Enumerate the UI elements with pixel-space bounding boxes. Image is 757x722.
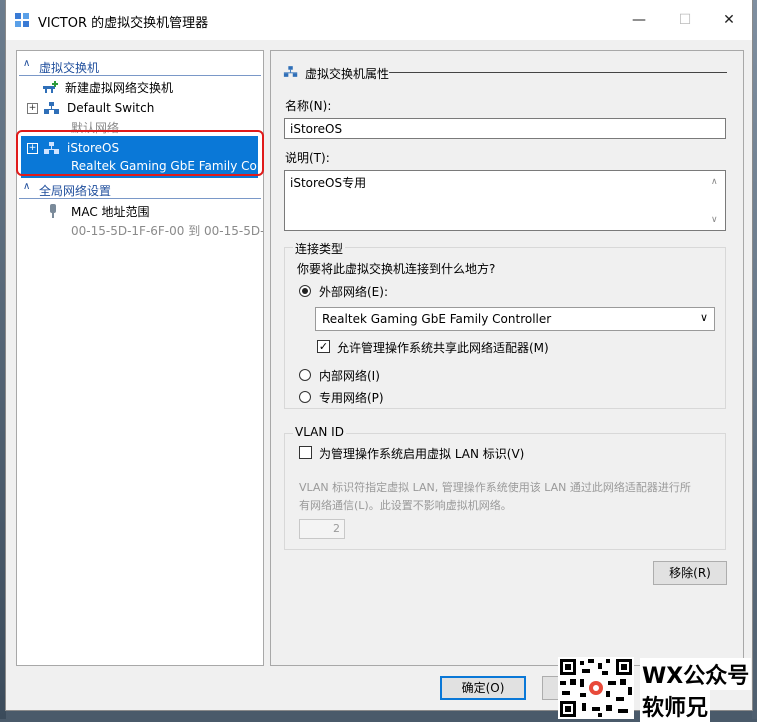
default-switch-item[interactable]: Default Switch — [67, 101, 154, 115]
ok-button[interactable]: 确定(O) — [440, 676, 526, 700]
chevron-down-icon: ∨ — [699, 311, 708, 324]
switch-manager-window: VICTOR 的虚拟交换机管理器 — ☐ ✕ ∧ 虚拟交换机 新建虚拟网络交换机… — [6, 0, 752, 710]
remove-button[interactable]: 移除(R) — [653, 561, 727, 585]
watermark-line2: 软师兄 — [640, 690, 711, 722]
watermark-line1: WX公众号 — [640, 658, 752, 690]
close-button[interactable]: ✕ — [706, 0, 752, 40]
vlan-enable-label[interactable]: 为管理操作系统启用虚拟 LAN 标识(V) — [319, 445, 524, 462]
internal-network-label[interactable]: 内部网络(I) — [319, 367, 380, 384]
internal-network-radio[interactable] — [299, 369, 311, 381]
default-switch-expander[interactable]: + — [27, 103, 38, 114]
vlan-id-input[interactable]: 2 — [299, 519, 345, 539]
window-title: VICTOR 的虚拟交换机管理器 — [38, 16, 209, 31]
name-label: 名称(N): — [285, 99, 332, 113]
connection-question: 你要将此虚拟交换机连接到什么地方? — [297, 262, 496, 276]
mac-range-icon — [50, 204, 56, 218]
scroll-down-icon[interactable]: ∨ — [711, 215, 718, 225]
allow-share-label[interactable]: 允许管理操作系统共享此网络适配器(M) — [337, 339, 549, 356]
virtual-switch-manager-icon — [15, 13, 29, 27]
collapse-chevron-icon[interactable]: ∧ — [23, 181, 30, 192]
scroll-up-icon[interactable]: ∧ — [711, 177, 718, 187]
section-global-network[interactable]: ∧ 全局网络设置 — [19, 180, 261, 199]
properties-header: 虚拟交换机属性 — [305, 67, 390, 81]
external-network-radio[interactable] — [299, 285, 311, 297]
name-input[interactable]: iStoreOS — [284, 118, 726, 139]
private-network-radio[interactable] — [299, 391, 311, 403]
switch-properties-panel: 虚拟交换机属性 名称(N): iStoreOS 说明(T): iStoreOS专… — [270, 50, 744, 666]
title-bar[interactable]: VICTOR 的虚拟交换机管理器 — ☐ ✕ — [6, 0, 752, 40]
network-switch-icon — [283, 66, 298, 77]
vlan-desc-line2: 有网络通信(L)。此设置不影响虚拟机网络。 — [299, 499, 512, 512]
vlan-desc-line1: VLAN 标识符指定虚拟 LAN, 管理操作系统使用该 LAN 通过此网络适配器… — [299, 481, 691, 494]
highlight-ring — [16, 130, 264, 176]
network-switch-icon — [44, 102, 59, 114]
new-switch-icon — [43, 81, 58, 93]
connection-type-title: 连接类型 — [293, 240, 346, 257]
allow-share-checkbox[interactable]: ✓ — [317, 340, 330, 353]
desktop-edge-right — [752, 0, 757, 719]
adapter-select[interactable]: Realtek Gaming GbE Family Controller ∨ — [315, 307, 715, 331]
notes-label: 说明(T): — [285, 151, 330, 165]
notes-textarea[interactable]: iStoreOS专用 — [284, 170, 726, 231]
adapter-select-value: Realtek Gaming GbE Family Controller — [322, 312, 552, 326]
qr-code-icon — [558, 657, 634, 719]
header-divider — [389, 72, 727, 73]
mac-range-item[interactable]: MAC 地址范围 — [71, 203, 150, 220]
new-switch-item[interactable]: 新建虚拟网络交换机 — [65, 79, 173, 96]
mac-range-sub: 00-15-5D-1F-6F-00 到 00-15-5D-... — [71, 224, 264, 238]
minimize-button[interactable]: — — [616, 0, 662, 40]
section-virtual-switches-label: 虚拟交换机 — [39, 61, 100, 75]
maximize-button[interactable]: ☐ — [662, 0, 708, 40]
external-network-label[interactable]: 外部网络(E): — [319, 283, 388, 300]
section-virtual-switches[interactable]: ∧ 虚拟交换机 — [19, 57, 261, 76]
vlan-enable-checkbox[interactable] — [299, 446, 312, 459]
collapse-chevron-icon[interactable]: ∧ — [23, 58, 30, 69]
section-global-network-label: 全局网络设置 — [39, 184, 112, 198]
private-network-label[interactable]: 专用网络(P) — [319, 389, 384, 406]
vlan-title: VLAN ID — [293, 425, 346, 439]
